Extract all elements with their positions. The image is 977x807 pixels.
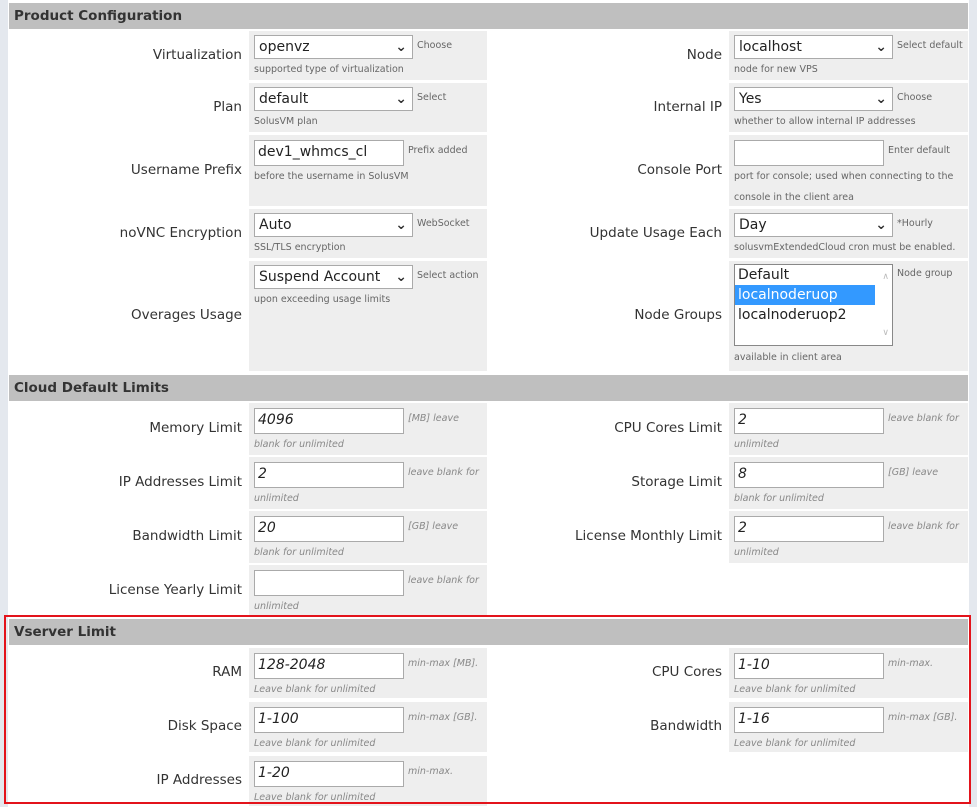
field-label: Overages Usage bbox=[130, 307, 242, 323]
username-prefix-input[interactable]: dev1_whmcs_cl bbox=[254, 140, 404, 166]
field-label: Memory Limit bbox=[149, 420, 242, 436]
field-label: Username Prefix bbox=[130, 161, 242, 178]
scroll-down-icon[interactable]: ∨ bbox=[882, 323, 889, 343]
cpu-cores-limit-input[interactable]: 2 bbox=[734, 408, 884, 434]
chevron-down-icon: ⌄ bbox=[875, 39, 887, 55]
node-select[interactable]: localhost ⌄ bbox=[734, 35, 893, 59]
select-value: localhost bbox=[739, 39, 802, 55]
console-port-input[interactable] bbox=[734, 140, 884, 166]
plan-select[interactable]: default ⌄ bbox=[254, 87, 413, 111]
memory-limit-input[interactable]: 4096 bbox=[254, 408, 404, 434]
field-label: License Yearly Limit bbox=[108, 582, 242, 598]
section-cloud-default-limits: Cloud Default Limits Memory Limit 4096 [MB]… bbox=[9, 375, 968, 617]
select-value: default bbox=[259, 91, 309, 107]
field-cell-bandwidth-limit: 20 [GB] leave blank for unlimited bbox=[249, 511, 487, 563]
field-cell-cpu-cores-limit: 2 leave blank for unlimited bbox=[729, 403, 968, 455]
field-cell-ip-addresses-limit: 2 leave blank for unlimited bbox=[249, 457, 487, 509]
field-cell-storage-limit: 8 [GB] leave blank for unlimited bbox=[729, 457, 968, 509]
field-label: Internal IP bbox=[653, 98, 722, 115]
virtualization-select[interactable]: openvz ⌄ bbox=[254, 35, 413, 59]
scroll-up-icon[interactable]: ∧ bbox=[882, 267, 889, 287]
field-label: Virtualization bbox=[152, 46, 242, 63]
field-label: Storage Limit bbox=[631, 474, 722, 490]
field-cell-internal-ip: Yes ⌄ Choose whether to allow internal IP … bbox=[729, 83, 968, 132]
field-label: Node Groups bbox=[634, 307, 722, 323]
field-cell-license-monthly-limit: 2 leave blank for unlimited bbox=[729, 511, 968, 563]
chevron-down-icon: ⌄ bbox=[875, 217, 887, 233]
field-cell-console-port: Enter default port for console; used whe… bbox=[729, 135, 968, 206]
select-value: Suspend Account bbox=[259, 269, 381, 285]
section-header: Cloud Default Limits bbox=[9, 375, 968, 401]
update-usage-each-select[interactable]: Day ⌄ bbox=[734, 213, 893, 237]
overages-usage-select[interactable]: Suspend Account ⌄ bbox=[254, 265, 413, 289]
listbox-option[interactable]: localnoderuop bbox=[735, 285, 875, 305]
field-label: Update Usage Each bbox=[589, 224, 722, 241]
license-monthly-limit-input[interactable]: 2 bbox=[734, 516, 884, 542]
listbox-option[interactable]: Default bbox=[735, 265, 875, 285]
novnc-encryption-select[interactable]: Auto ⌄ bbox=[254, 213, 413, 237]
field-label: CPU Cores Limit bbox=[614, 420, 722, 436]
node-groups-listbox[interactable]: Default localnoderuop localnoderuop2 ∧ ∨ bbox=[734, 264, 893, 346]
field-cell-node: localhost ⌄ Select default node for new VP… bbox=[729, 31, 968, 80]
field-label: IP Addresses Limit bbox=[118, 474, 242, 490]
select-value: Yes bbox=[739, 91, 762, 107]
highlight-box bbox=[4, 615, 971, 804]
field-cell-username-prefix: dev1_whmcs_cl Prefix added before the use… bbox=[249, 135, 487, 206]
section-product-configuration: Product Configuration Virtualization openv… bbox=[9, 3, 968, 371]
chevron-down-icon: ⌄ bbox=[395, 217, 407, 233]
field-label: Bandwidth Limit bbox=[132, 528, 242, 544]
field-label: Console Port bbox=[637, 161, 722, 178]
field-label: Node bbox=[686, 46, 722, 63]
section-header: Product Configuration bbox=[9, 3, 968, 29]
field-cell-memory-limit: 4096 [MB] leave blank for unlimited bbox=[249, 403, 487, 455]
bandwidth-limit-input[interactable]: 20 bbox=[254, 516, 404, 542]
select-value: openvz bbox=[259, 39, 310, 55]
chevron-down-icon: ⌄ bbox=[875, 91, 887, 107]
field-cell-novnc-encryption: Auto ⌄ WebSocket SSL/TLS encryption bbox=[249, 209, 487, 258]
field-cell-plan: default ⌄ Select SolusVM plan bbox=[249, 83, 487, 132]
chevron-down-icon: ⌄ bbox=[395, 269, 407, 285]
field-cell-update-usage-each: Day ⌄ *Hourly solusvmExtendedCloud cron mu… bbox=[729, 209, 968, 258]
field-label: noVNC Encryption bbox=[119, 224, 242, 241]
internal-ip-select[interactable]: Yes ⌄ bbox=[734, 87, 893, 111]
field-cell-node-groups: Default localnoderuop localnoderuop2 ∧ ∨ Node… bbox=[729, 261, 968, 371]
field-cell-virtualization: openvz ⌄ Choose supported type of virtuali… bbox=[249, 31, 487, 80]
chevron-down-icon: ⌄ bbox=[395, 39, 407, 55]
listbox-option[interactable]: localnoderuop2 bbox=[735, 305, 875, 325]
field-label: License Monthly Limit bbox=[575, 528, 722, 544]
field-label: Plan bbox=[213, 98, 242, 115]
field-cell-overages-usage: Suspend Account ⌄ Select action upon excee… bbox=[249, 261, 487, 371]
field-cell-license-yearly-limit: leave blank for unlimited bbox=[249, 565, 487, 617]
license-yearly-limit-input[interactable] bbox=[254, 570, 404, 596]
chevron-down-icon: ⌄ bbox=[395, 91, 407, 107]
select-value: Auto bbox=[259, 217, 292, 233]
storage-limit-input[interactable]: 8 bbox=[734, 462, 884, 488]
select-value: Day bbox=[739, 217, 767, 233]
ip-addresses-limit-input[interactable]: 2 bbox=[254, 462, 404, 488]
